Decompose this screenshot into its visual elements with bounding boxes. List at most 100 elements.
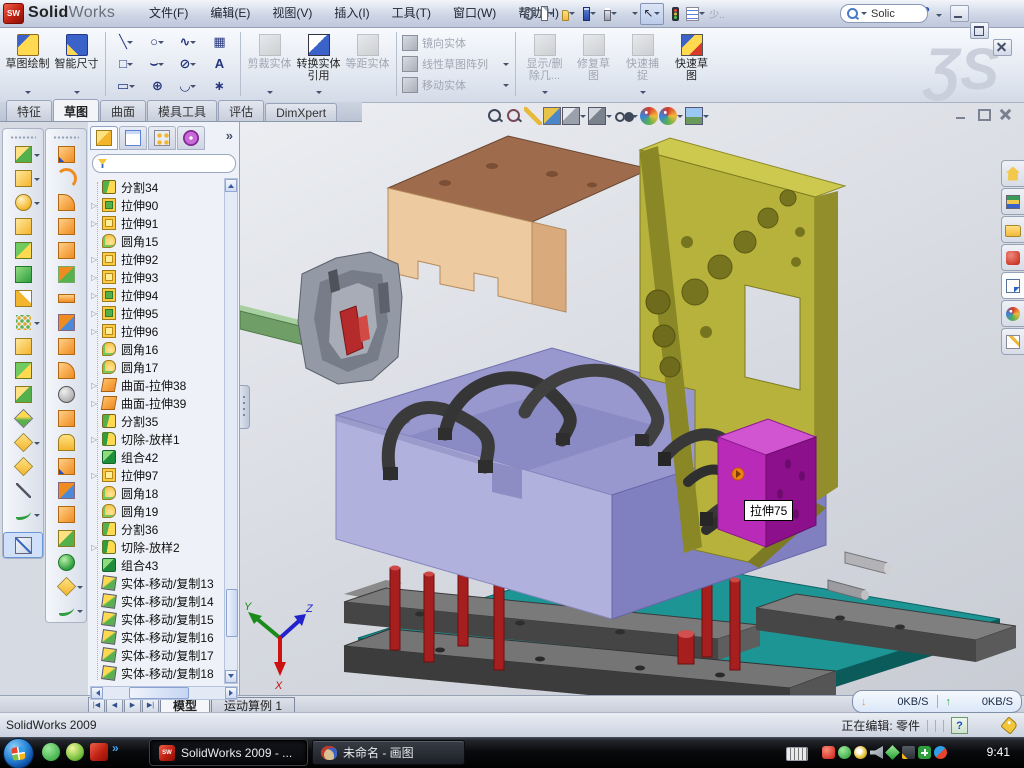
rectangle-icon[interactable]: □ <box>111 53 142 75</box>
search-box[interactable]: Solic <box>840 4 928 23</box>
part-core-block[interactable] <box>718 419 816 547</box>
tree-item[interactable]: 实体-移动/复制18 <box>90 664 224 682</box>
swept-surface-icon[interactable] <box>46 142 86 166</box>
file-explorer-icon[interactable] <box>1001 216 1024 243</box>
search-tray-icon[interactable] <box>854 746 867 759</box>
hatch-icon[interactable]: ▦ <box>204 31 235 53</box>
appearances-icon[interactable] <box>1001 300 1024 327</box>
network-speed-widget[interactable]: ↓0KB/S ↑0KB/S <box>852 690 1022 713</box>
sync-tray-icon[interactable] <box>885 745 900 760</box>
curves-icon[interactable] <box>46 598 86 622</box>
apply-scene-icon[interactable] <box>659 107 684 125</box>
convert-entities-button[interactable]: 转换实体引用 <box>295 29 342 99</box>
spline-icon[interactable]: ∿ <box>173 31 204 53</box>
menu-item[interactable]: 视图(V) <box>261 0 323 26</box>
filter-wand-icon[interactable] <box>524 107 542 125</box>
filled-surface-icon[interactable] <box>46 262 86 286</box>
trim-surface-icon[interactable] <box>46 478 86 502</box>
offset-entities-button[interactable]: 等距实体 <box>344 29 391 99</box>
move-copy-body-icon[interactable] <box>3 406 43 430</box>
search-dropdown[interactable] <box>861 12 867 18</box>
configurationmanager-tab[interactable] <box>148 126 176 150</box>
tree-item[interactable]: 分割34 <box>90 178 224 196</box>
section-view-icon[interactable] <box>543 107 561 125</box>
untrim-surface-icon[interactable] <box>46 502 86 526</box>
tree-filter-box[interactable] <box>92 154 236 173</box>
tree-item[interactable]: ▷ 切除-放样1 <box>90 430 224 448</box>
menu-item[interactable]: 文件(F) <box>138 0 199 26</box>
tree-item[interactable]: 实体-移动/复制17 <box>90 646 224 664</box>
smart-dimension-button[interactable]: 智能尺寸 <box>53 29 100 99</box>
open-file-icon[interactable] <box>556 4 576 24</box>
repair-sketch-button[interactable]: 修复草 图 <box>570 29 617 99</box>
boundary-boss-icon[interactable] <box>3 262 43 286</box>
lofted-surface-icon[interactable] <box>46 214 86 238</box>
tree-vertical-scrollbar[interactable] <box>224 178 238 684</box>
tree-item[interactable]: ▷ 拉伸91 <box>90 214 224 232</box>
undo-icon[interactable] <box>619 4 639 24</box>
tag-icon[interactable] <box>1000 716 1018 734</box>
tree-item[interactable]: 圆角18 <box>90 484 224 502</box>
tree-item[interactable]: ▷ 拉伸97 <box>90 466 224 484</box>
display-delete-relations-button[interactable]: 显示/删 除几... <box>521 29 568 99</box>
tree-item[interactable]: 圆角16 <box>90 340 224 358</box>
view-settings-icon[interactable] <box>685 107 710 125</box>
dimxpertmanager-tab[interactable] <box>177 126 205 150</box>
quick-tips-button[interactable]: ? <box>951 717 968 734</box>
tree-item[interactable]: ▷ 拉伸95 <box>90 304 224 322</box>
network-warning-tray-icon[interactable] <box>902 746 915 759</box>
zoom-area-icon[interactable] <box>505 107 523 125</box>
panel-splitter-handle[interactable] <box>240 385 250 429</box>
offset-surface-icon[interactable] <box>46 310 86 334</box>
sketch-button[interactable]: 草图绘制 <box>4 29 51 99</box>
instant3d-icon[interactable] <box>3 454 43 478</box>
swept-boss-icon[interactable] <box>3 214 43 238</box>
boundary-surface-icon[interactable] <box>46 238 86 262</box>
design-library-icon[interactable] <box>1001 188 1024 215</box>
custom-properties-icon[interactable] <box>1001 328 1024 355</box>
rib-icon[interactable] <box>3 334 43 358</box>
arc-icon[interactable]: ⌣ <box>142 53 173 75</box>
circle-icon[interactable]: ○ <box>142 31 173 53</box>
help-dropdown[interactable] <box>936 14 942 20</box>
radiate-surface-icon[interactable] <box>46 334 86 358</box>
thicken-icon[interactable] <box>46 526 86 550</box>
polygon-icon[interactable]: ⊕ <box>142 75 173 97</box>
tree-item[interactable]: 组合42 <box>90 448 224 466</box>
replace-face-icon[interactable] <box>46 406 86 430</box>
new-file-icon[interactable] <box>535 4 555 24</box>
hole-wizard-icon[interactable] <box>3 286 43 310</box>
input-method-icon[interactable] <box>786 747 808 761</box>
tree-item[interactable]: 圆角19 <box>90 502 224 520</box>
tree-item[interactable]: ▷ 拉伸92 <box>90 250 224 268</box>
app-ball-icon[interactable] <box>66 743 84 761</box>
solidworks-search-icon[interactable] <box>1001 244 1024 271</box>
hide-show-items-icon[interactable] <box>614 107 639 125</box>
ellipse-icon[interactable]: ⊘ <box>173 53 204 75</box>
edit-appearance-icon[interactable] <box>640 107 658 125</box>
lofted-boss-icon[interactable] <box>3 238 43 262</box>
filter-input[interactable] <box>111 157 215 171</box>
print-icon[interactable] <box>598 4 618 24</box>
tree-item[interactable]: 实体-移动/复制13 <box>90 574 224 592</box>
move-entities-item[interactable]: 移动实体 <box>402 75 510 95</box>
revolved-surface-icon[interactable] <box>46 166 86 190</box>
cm-tab[interactable]: 模具工具 <box>147 100 217 121</box>
security-shield-tray-icon[interactable] <box>838 746 851 759</box>
rebuild-icon[interactable] <box>665 4 685 24</box>
messenger-tray-icon[interactable] <box>934 746 947 759</box>
minimize-button[interactable] <box>950 5 969 22</box>
sketch-fillet-icon[interactable]: ◡ <box>173 75 204 97</box>
cm-tab[interactable]: 草图 <box>53 99 99 121</box>
tree-item[interactable]: 组合43 <box>90 556 224 574</box>
save-icon[interactable] <box>577 4 597 24</box>
dome-icon[interactable] <box>46 550 86 574</box>
volume-tray-icon[interactable] <box>870 746 883 759</box>
cm-tab[interactable]: 评估 <box>218 100 264 121</box>
panel-overflow-chevron[interactable]: » <box>226 128 233 143</box>
tree-item[interactable]: ▷ 拉伸96 <box>90 322 224 340</box>
mirror-entities-item[interactable]: 镜向实体 <box>402 33 510 53</box>
doc-close-button[interactable] <box>998 107 1014 121</box>
fillet-icon[interactable] <box>3 190 43 214</box>
tree-item[interactable]: ▷ 曲面-拉伸38 <box>90 376 224 394</box>
